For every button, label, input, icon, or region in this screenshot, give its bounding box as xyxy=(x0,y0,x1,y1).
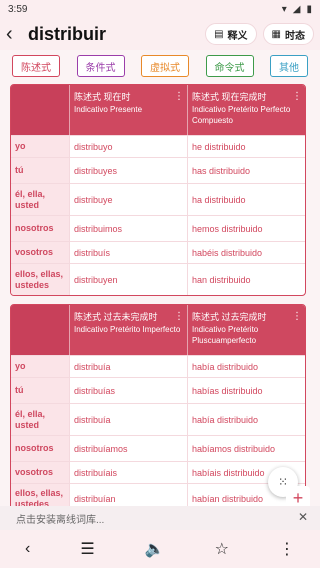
conjugation-card: 陈述式 过去未完成时 Indicativo Pretérito Imperfec… xyxy=(10,304,306,506)
column-header: 陈述式 现在完成时 Indicativo Pretérito Perfecto … xyxy=(187,85,305,135)
back-icon[interactable]: ‹ xyxy=(6,24,26,44)
table-row: ellos, ellas, ustedes distribuyen han dist… xyxy=(11,263,305,295)
bottom-nav: ‹ ☰ 🔈 ☆ ⋮ xyxy=(0,530,320,568)
status-time: 3:59 xyxy=(8,3,28,15)
table-row: nosotros distribuimos hemos distribuido xyxy=(11,215,305,241)
grid-icon: ▦ xyxy=(271,28,281,40)
speaker-icon[interactable]: 🔈 xyxy=(145,539,165,559)
app-bar: ‹ distribuir ▤ 释义 ▦ 时态 xyxy=(0,18,320,50)
signal-icon: ◢ xyxy=(292,3,301,15)
tab-other[interactable]: 其他 xyxy=(270,55,308,77)
table-row: él, ella, usted distribuía había distribui… xyxy=(11,403,305,435)
tense-label: 时态 xyxy=(285,30,305,42)
back-icon[interactable]: ‹ xyxy=(25,540,30,558)
more-vert-icon[interactable]: ⋮ xyxy=(174,311,184,322)
column-header: 陈述式 过去未完成时 Indicativo Pretérito Imperfec… xyxy=(69,305,187,355)
install-banner[interactable]: 点击安装离线词库... ✕ xyxy=(0,506,320,530)
table-row: yo distribuía había distribuido xyxy=(11,355,305,377)
status-bar: 3:59 ▾ ◢ ▮ xyxy=(0,0,320,18)
menu-list-icon[interactable]: ☰ xyxy=(80,539,94,559)
table-row: ellos, ellas, ustedes distribuían habían d… xyxy=(11,483,305,506)
table-row: vosotros distribuíais habíais distribuido xyxy=(11,461,305,483)
more-vert-icon[interactable]: ⋮ xyxy=(292,91,302,102)
define-label: 释义 xyxy=(227,30,248,42)
tense-tabs: 陈述式 条件式 虚拟式 命令式 其他 xyxy=(0,50,320,82)
more-vert-icon[interactable]: ⋮ xyxy=(279,539,295,559)
close-icon[interactable]: ✕ xyxy=(298,510,308,524)
table-row: vosotros distribuís habéis distribuido xyxy=(11,241,305,263)
table-row: él, ella, usted distribuye ha distribuido xyxy=(11,183,305,215)
conjugation-card: 陈述式 现在时 Indicativo Presente ⋮ 陈述式 现在完成时 … xyxy=(10,84,306,296)
wifi-icon: ▾ xyxy=(281,3,287,15)
define-button[interactable]: ▤ 释义 xyxy=(205,23,257,45)
tab-conditional[interactable]: 条件式 xyxy=(76,55,125,77)
table-row: nosotros distribuíamos habíamos distribuid… xyxy=(11,435,305,461)
page-title: distribuir xyxy=(28,23,107,44)
conjugation-list[interactable]: 陈述式 现在时 Indicativo Presente ⋮ 陈述式 现在完成时 … xyxy=(0,82,320,506)
install-text: 点击安装离线词库... xyxy=(16,514,105,526)
table-row: tú distribuyes has distribuido xyxy=(11,157,305,183)
tab-subjunctive[interactable]: 虚拟式 xyxy=(141,55,189,77)
star-icon[interactable]: ☆ xyxy=(215,539,229,559)
tab-imperative[interactable]: 命令式 xyxy=(205,55,254,77)
tab-indicative[interactable]: 陈述式 xyxy=(12,55,60,77)
column-header: 陈述式 现在时 Indicativo Presente ⋮ xyxy=(69,85,187,135)
battery-icon: ▮ xyxy=(306,3,312,15)
column-header: 陈述式 过去完成时 Indicativo Pretérito Pluscuamp… xyxy=(187,305,305,355)
more-vert-icon[interactable]: ⋮ xyxy=(292,311,302,322)
table-row: tú distribuías habías distribuido xyxy=(11,377,305,403)
document-icon: ▤ xyxy=(214,28,224,40)
tense-button[interactable]: ▦ 时态 xyxy=(262,23,314,45)
table-row: yo distribuyo he distribuido xyxy=(11,135,305,157)
more-vert-icon[interactable]: ⋮ xyxy=(174,91,184,102)
